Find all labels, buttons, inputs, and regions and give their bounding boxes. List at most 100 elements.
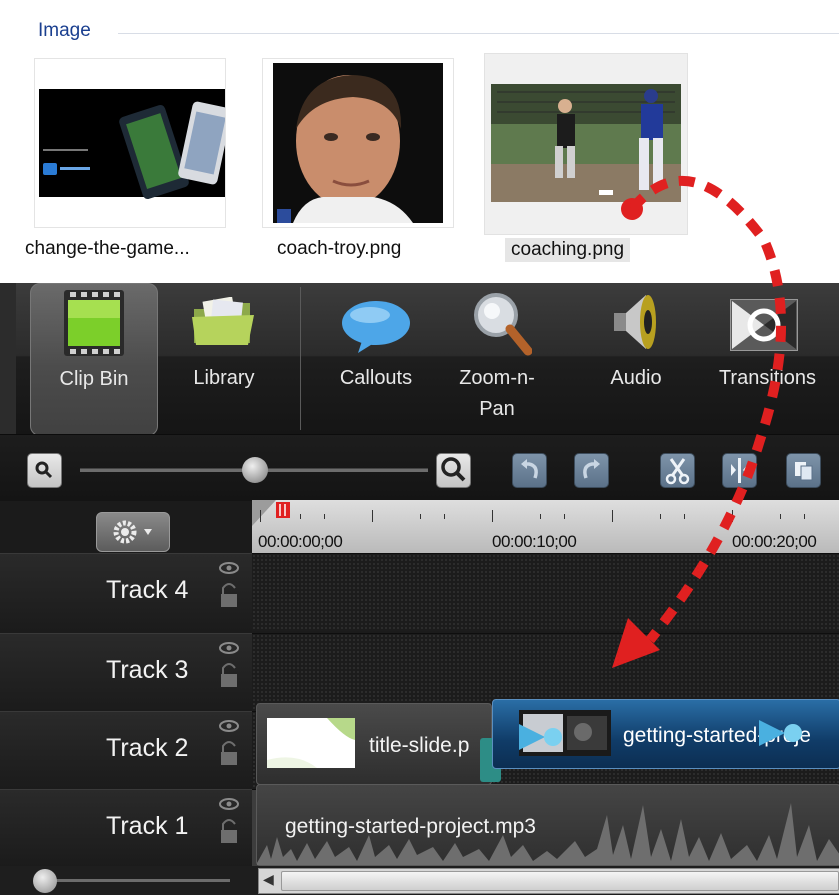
folder-icon xyxy=(192,297,254,345)
ruler-tick xyxy=(540,514,541,519)
ruler-tick xyxy=(300,514,301,519)
ruler-tick xyxy=(780,514,781,519)
eye-icon xyxy=(219,642,239,654)
track-controls xyxy=(219,562,239,607)
ruler-time-label: 00:00:20;00 xyxy=(732,532,817,551)
scrollbar-thumb[interactable] xyxy=(281,871,839,891)
copy-icon xyxy=(795,462,813,481)
clip-getting-started-video[interactable]: getting-started-proje xyxy=(492,699,839,769)
tab-transitions[interactable]: Transitions xyxy=(696,283,839,434)
track-name: Track 2 xyxy=(106,734,189,762)
clip-label: title-slide.p xyxy=(369,734,470,757)
thumbnail-caption: coach-troy.png xyxy=(277,238,402,259)
toolbar-divider xyxy=(300,287,301,430)
redo-icon xyxy=(583,459,600,479)
ruler-tick xyxy=(684,514,685,519)
tab-audio[interactable]: Audio xyxy=(586,283,686,434)
track-controls xyxy=(219,720,239,765)
track-controls xyxy=(219,642,239,687)
undo-button[interactable] xyxy=(512,453,547,488)
zoom-out-button[interactable] xyxy=(27,453,62,488)
clip-label: getting-started-project.mp3 xyxy=(285,815,536,838)
track-lane-4[interactable] xyxy=(252,553,839,631)
title-slide-thumbnail xyxy=(267,718,355,768)
media-thumbnail-change-the-game[interactable] xyxy=(34,58,232,228)
toolbar-left-edge xyxy=(0,283,16,434)
lock-icon xyxy=(221,663,237,687)
track-height-slider-track[interactable] xyxy=(40,879,230,882)
tab-clip-bin[interactable]: Clip Bin xyxy=(30,283,158,436)
scissors-icon xyxy=(665,458,690,485)
thumbnail-caption-selected: coaching.png xyxy=(505,238,631,262)
coach-troy-preview xyxy=(273,63,443,223)
clip-bin-panel: Image change-the-game... coach-troy.png xyxy=(0,0,839,284)
track-header-4[interactable]: Track 4 xyxy=(0,553,252,631)
image-group-label: Image xyxy=(38,20,91,41)
timeline-footer: ◀ xyxy=(0,866,839,895)
zoom-in-icon xyxy=(441,457,466,482)
horizontal-scrollbar[interactable]: ◀ xyxy=(258,868,839,894)
change-the-game-preview xyxy=(39,89,232,200)
eye-icon xyxy=(219,798,239,810)
ruler-tick xyxy=(324,514,325,519)
zoom-slider-thumb[interactable] xyxy=(242,457,268,483)
zoom-out-icon xyxy=(35,461,53,479)
clip-title-slide[interactable]: title-slide.p xyxy=(256,703,492,785)
track-header-1[interactable]: Track 1 xyxy=(0,789,252,867)
transition-out-marker[interactable] xyxy=(759,718,809,748)
tab-label: Clip Bin xyxy=(59,368,129,390)
tab-label: Transitions xyxy=(718,367,817,389)
lock-icon xyxy=(221,741,237,765)
ruler-time-label: 00:00:10;00 xyxy=(492,532,577,551)
cut-button[interactable] xyxy=(660,453,695,488)
ruler-tick xyxy=(420,514,421,519)
tab-label: Audio xyxy=(610,367,662,389)
lock-icon xyxy=(221,583,237,607)
redo-button[interactable] xyxy=(574,453,609,488)
zoom-in-button[interactable] xyxy=(436,453,471,488)
track-options-button[interactable] xyxy=(96,512,170,552)
track-header-3[interactable]: Track 3 xyxy=(0,633,252,711)
tab-zoom-n-pan[interactable]: Zoom-n- Pan xyxy=(442,283,552,434)
group-divider xyxy=(118,33,839,34)
clip-audio-track[interactable]: getting-started-project.mp3 xyxy=(256,784,839,866)
tab-label: Callouts xyxy=(339,367,413,389)
task-tabs-toolbar: Clip Bin Library Callouts Zoom-n- Pan Au… xyxy=(16,283,839,436)
split-button[interactable] xyxy=(722,453,757,488)
track-height-slider-thumb[interactable] xyxy=(33,869,57,893)
speaker-icon xyxy=(614,295,656,349)
ruler-tick xyxy=(660,514,661,519)
track-controls xyxy=(219,798,239,843)
magnifier-icon xyxy=(474,293,532,356)
ruler-tick xyxy=(260,510,261,522)
tab-callouts[interactable]: Callouts xyxy=(320,283,432,434)
eye-icon xyxy=(219,720,239,732)
film-icon xyxy=(64,290,124,356)
tab-label: Zoom-n- Pan xyxy=(459,367,535,420)
media-thumbnail-coaching[interactable] xyxy=(484,53,688,235)
media-thumbnail-coach-troy[interactable] xyxy=(262,58,454,228)
ruler-tick xyxy=(804,514,805,519)
thumbnail-caption: change-the-game... xyxy=(25,238,190,259)
ruler-tick xyxy=(372,510,373,522)
ruler-time-label: 00:00:00;00 xyxy=(258,532,343,551)
timeline-ruler[interactable]: 00:00:00;00 00:00:10;00 00:00:20;00 xyxy=(252,500,839,556)
tab-library[interactable]: Library xyxy=(164,283,284,434)
transition-in-marker[interactable] xyxy=(519,722,565,752)
transition-icon xyxy=(730,299,798,351)
track-name: Track 3 xyxy=(106,656,189,684)
coaching-preview xyxy=(491,84,681,202)
speech-bubble-icon xyxy=(342,301,410,353)
playhead-marker[interactable] xyxy=(252,500,292,530)
gear-icon xyxy=(113,520,152,544)
ruler-tick xyxy=(732,510,733,522)
ruler-tick xyxy=(444,514,445,519)
track-header-2[interactable]: Track 2 xyxy=(0,711,252,789)
lock-icon xyxy=(221,819,237,843)
tab-label: Library xyxy=(193,367,255,389)
ruler-tick xyxy=(492,510,493,522)
eye-icon xyxy=(219,562,239,574)
copy-button[interactable] xyxy=(786,453,821,488)
track-name: Track 1 xyxy=(106,812,189,840)
scroll-left-arrow-icon[interactable]: ◀ xyxy=(263,871,274,888)
